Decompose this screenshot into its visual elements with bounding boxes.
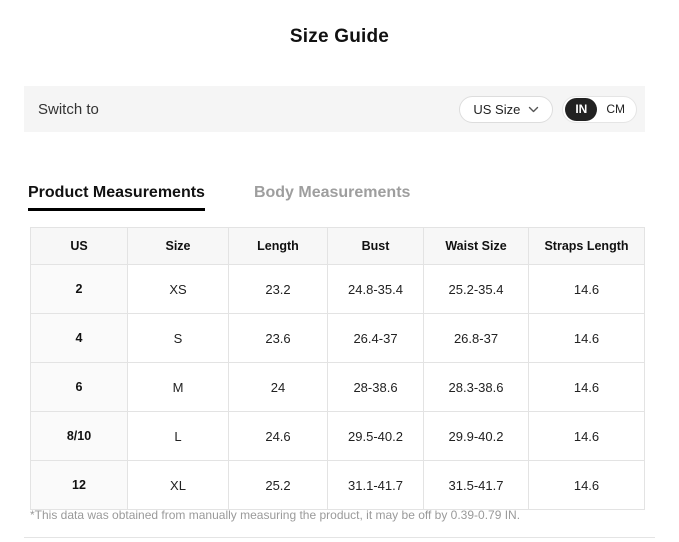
table-cell: 12 — [31, 461, 128, 510]
table-cell: 24 — [229, 363, 328, 412]
size-system-selected-value: US Size — [473, 102, 520, 117]
table-row: 12XL25.231.1-41.731.5-41.714.6 — [31, 461, 645, 510]
table-row: 6M2428-38.628.3-38.614.6 — [31, 363, 645, 412]
table-cell: 24.8-35.4 — [328, 265, 424, 314]
table-cell: 4 — [31, 314, 128, 363]
table-cell: 23.2 — [229, 265, 328, 314]
table-row: 4S23.626.4-3726.8-3714.6 — [31, 314, 645, 363]
table-cell: 28.3-38.6 — [424, 363, 529, 412]
bottom-divider — [24, 537, 655, 538]
tab-product-measurements[interactable]: Product Measurements — [28, 184, 205, 211]
size-table: USSizeLengthBustWaist SizeStraps Length … — [30, 227, 645, 510]
table-cell: 14.6 — [529, 461, 645, 510]
chevron-down-icon — [528, 106, 539, 113]
table-cell: 2 — [31, 265, 128, 314]
size-system-dropdown[interactable]: US Size — [459, 96, 553, 123]
unit-toggle: IN CM — [562, 96, 637, 123]
page-title: Size Guide — [0, 26, 679, 48]
table-header-row: USSizeLengthBustWaist SizeStraps Length — [31, 228, 645, 265]
table-cell: M — [128, 363, 229, 412]
table-cell: 14.6 — [529, 412, 645, 461]
footnote: *This data was obtained from manually me… — [30, 508, 520, 522]
table-cell: 29.9-40.2 — [424, 412, 529, 461]
table-cell: L — [128, 412, 229, 461]
table-row: 8/10L24.629.5-40.229.9-40.214.6 — [31, 412, 645, 461]
switch-controls: US Size IN CM — [459, 96, 637, 123]
unit-option-in[interactable]: IN — [565, 98, 597, 121]
column-header: Straps Length — [529, 228, 645, 265]
column-header: Waist Size — [424, 228, 529, 265]
table-cell: XL — [128, 461, 229, 510]
table-cell: 14.6 — [529, 314, 645, 363]
table-cell: 31.5-41.7 — [424, 461, 529, 510]
table-cell: 25.2 — [229, 461, 328, 510]
table-cell: 26.4-37 — [328, 314, 424, 363]
unit-option-cm[interactable]: CM — [597, 102, 634, 116]
measurement-tabs: Product Measurements Body Measurements — [28, 184, 410, 211]
table-cell: 8/10 — [31, 412, 128, 461]
column-header: Size — [128, 228, 229, 265]
table-row: 2XS23.224.8-35.425.2-35.414.6 — [31, 265, 645, 314]
table-cell: 14.6 — [529, 363, 645, 412]
switch-bar: Switch to US Size IN CM — [24, 86, 645, 132]
table-cell: 6 — [31, 363, 128, 412]
column-header: US — [31, 228, 128, 265]
table-cell: S — [128, 314, 229, 363]
table-cell: 28-38.6 — [328, 363, 424, 412]
column-header: Length — [229, 228, 328, 265]
table-cell: 14.6 — [529, 265, 645, 314]
table-cell: 31.1-41.7 — [328, 461, 424, 510]
table-cell: XS — [128, 265, 229, 314]
table-cell: 25.2-35.4 — [424, 265, 529, 314]
switch-to-label: Switch to — [38, 101, 99, 118]
table-cell: 23.6 — [229, 314, 328, 363]
column-header: Bust — [328, 228, 424, 265]
table-cell: 29.5-40.2 — [328, 412, 424, 461]
tab-body-measurements[interactable]: Body Measurements — [254, 184, 411, 202]
table-cell: 26.8-37 — [424, 314, 529, 363]
table-cell: 24.6 — [229, 412, 328, 461]
